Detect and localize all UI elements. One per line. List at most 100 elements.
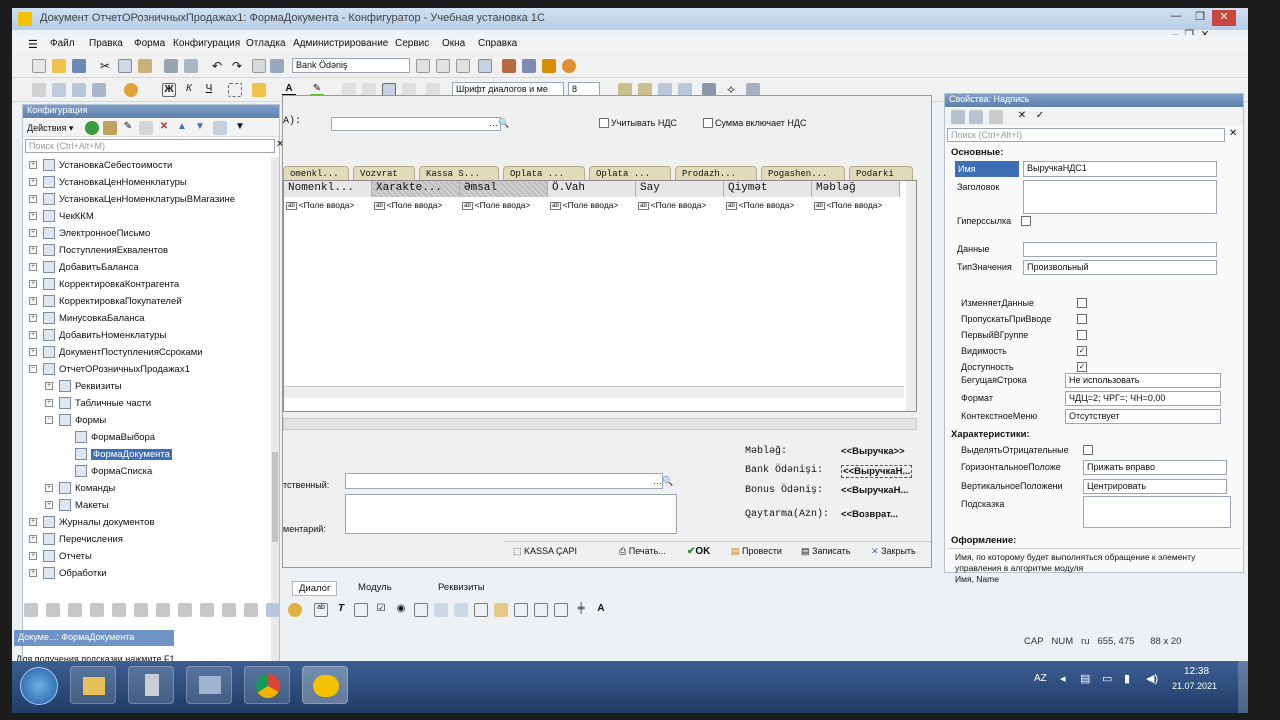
layout-icon[interactable] (52, 83, 66, 97)
align-lefts-icon[interactable] (24, 603, 38, 617)
expand-icon[interactable]: + (29, 535, 37, 543)
controls-icon[interactable] (288, 603, 302, 617)
menu-edit[interactable]: Правка (89, 38, 123, 49)
counterparty-input[interactable] (331, 117, 501, 131)
highlight-negative-checkbox[interactable] (1083, 445, 1093, 455)
tray-time[interactable]: 12:38 (1184, 666, 1209, 677)
tree-item[interactable]: + Журналы документов (23, 514, 271, 531)
align-tops-icon[interactable] (90, 603, 104, 617)
copy-icon[interactable] (118, 59, 132, 73)
filter-icon[interactable]: ▼ (233, 121, 247, 135)
align-rights-icon[interactable] (68, 603, 82, 617)
tree-item[interactable]: + Команды (23, 480, 271, 497)
expand-icon[interactable]: + (29, 263, 37, 271)
cut-icon[interactable]: ✂ (98, 59, 112, 73)
expand-icon[interactable]: + (45, 399, 53, 407)
v-position-input[interactable]: Центрировать (1083, 479, 1227, 494)
expand-icon[interactable]: − (29, 365, 37, 373)
delete-icon[interactable]: ✕ (157, 121, 171, 135)
window-icon[interactable] (478, 59, 492, 73)
expand-icon[interactable]: + (29, 314, 37, 322)
save-button[interactable]: ▤ Записать (801, 546, 851, 557)
table-cell[interactable]: ab <Поле ввода> (814, 200, 900, 214)
tree-item[interactable]: − ОтчетОРозничныхПродажах1 (23, 361, 271, 378)
table-vscroll[interactable] (906, 181, 916, 411)
table-column-header[interactable]: Nomenkl... (284, 181, 372, 197)
tree-item[interactable]: − Формы (23, 412, 271, 429)
tree-item[interactable]: + ПоступленияЕквалентов (23, 242, 271, 259)
table-cell[interactable]: ab <Поле ввода> (550, 200, 636, 214)
tree-item[interactable]: + УстановкаЦенНоменклатурыВМагазине (23, 191, 271, 208)
properties-icon[interactable] (139, 121, 153, 135)
clear-icon[interactable]: ✕ (1015, 110, 1029, 124)
responsible-select-icon[interactable]: …🔍 (653, 476, 673, 487)
html-field-icon[interactable]: A (594, 603, 608, 617)
tree-item[interactable]: + КорректировкаКонтрагента (23, 276, 271, 293)
close-window-button[interactable]: ✕ (1212, 10, 1236, 26)
expand-icon[interactable]: + (29, 348, 37, 356)
property-checkbox[interactable] (1077, 330, 1087, 340)
tab-attributes[interactable]: Реквизиты (432, 581, 491, 594)
running-line-input[interactable]: Не использовать (1065, 373, 1221, 388)
redo-icon[interactable]: ↷ (230, 59, 244, 73)
responsible-input[interactable] (345, 473, 663, 489)
hyperlink-checkbox[interactable] (1021, 216, 1031, 226)
tree-scroll-thumb[interactable] (272, 452, 278, 542)
open-window-tab[interactable]: Докуме...: ФормаДокумента (14, 630, 174, 646)
menu-help[interactable]: Справка (478, 38, 517, 49)
table-column-header[interactable]: Ö.Vah (548, 181, 636, 197)
header-prop-input[interactable] (1023, 180, 1217, 214)
space-vert-icon[interactable] (244, 603, 258, 617)
debug-icon[interactable] (502, 59, 516, 73)
property-checkbox[interactable] (1077, 314, 1087, 324)
select-button[interactable]: …🔍 (489, 118, 509, 129)
total-value[interactable]: <<ВыручкаН... (841, 485, 908, 496)
input-field-icon[interactable]: ab (314, 603, 328, 617)
remote-desktop-taskbar-button[interactable] (186, 666, 232, 704)
flag-icon[interactable]: ◂ (1060, 672, 1066, 685)
explorer-taskbar-button[interactable] (70, 666, 116, 704)
table-icon[interactable] (454, 603, 468, 617)
tree-item[interactable]: +ФормаДокумента (23, 446, 271, 463)
textbox-icon[interactable] (534, 603, 548, 617)
battery-icon[interactable]: ▮ (1124, 672, 1130, 685)
undo-icon[interactable]: ↶ (210, 59, 224, 73)
new-icon[interactable] (32, 59, 46, 73)
context-menu-input[interactable]: Отсутствует (1065, 409, 1221, 424)
preview-icon[interactable] (184, 59, 198, 73)
apply-icon[interactable]: ✓ (1033, 110, 1047, 124)
menu-windows[interactable]: Окна (442, 38, 465, 49)
categories-icon[interactable] (951, 110, 965, 124)
copy-object-icon[interactable] (103, 121, 117, 135)
table-hscroll[interactable] (284, 386, 904, 398)
checkbox-icon[interactable]: ☑ (374, 603, 388, 617)
snap-icon[interactable] (266, 603, 280, 617)
space-horiz-icon[interactable] (222, 603, 236, 617)
table-column-header[interactable]: Məbləğ (812, 181, 900, 197)
post-button[interactable]: ▤ Провести (731, 546, 782, 557)
data-prop-input[interactable] (1023, 242, 1217, 257)
tree-item[interactable]: + ЧекККМ (23, 208, 271, 225)
underline-icon[interactable]: Ч (202, 83, 216, 97)
spreadsheet-icon[interactable] (554, 603, 568, 617)
tree-item[interactable]: + ДобавитьБаланса (23, 259, 271, 276)
section-design[interactable]: Оформление: (951, 535, 1016, 546)
object-combo[interactable]: Bank Ödəniş (292, 58, 410, 73)
format-input[interactable]: ЧДЦ=2; ЧРГ=; ЧН=0,00 (1065, 391, 1221, 406)
tree-item[interactable]: + КорректировкаПокупателей (23, 293, 271, 310)
properties-search-input[interactable]: Поиск (Ctrl+Alt+I) (947, 128, 1225, 142)
close-form-button[interactable]: ✕ Закрыть (871, 546, 916, 557)
calculator-taskbar-button[interactable] (128, 666, 174, 704)
picture-icon[interactable] (494, 603, 508, 617)
property-checkbox[interactable] (1077, 298, 1087, 308)
table-column-header[interactable]: Əmsal (460, 181, 548, 197)
tray-lang[interactable]: AZ (1034, 673, 1047, 684)
comment-textarea[interactable] (345, 494, 677, 534)
tree-item[interactable]: + МинусовкаБаланса (23, 310, 271, 327)
panel-icon[interactable] (434, 603, 448, 617)
expand-icon[interactable]: + (29, 229, 37, 237)
expand-icon[interactable]: + (29, 161, 37, 169)
tab-module[interactable]: Модуль (352, 581, 398, 594)
table-cell[interactable]: ab <Поле ввода> (638, 200, 724, 214)
name-prop-input[interactable]: ВыручкаНДС1 (1023, 161, 1217, 177)
